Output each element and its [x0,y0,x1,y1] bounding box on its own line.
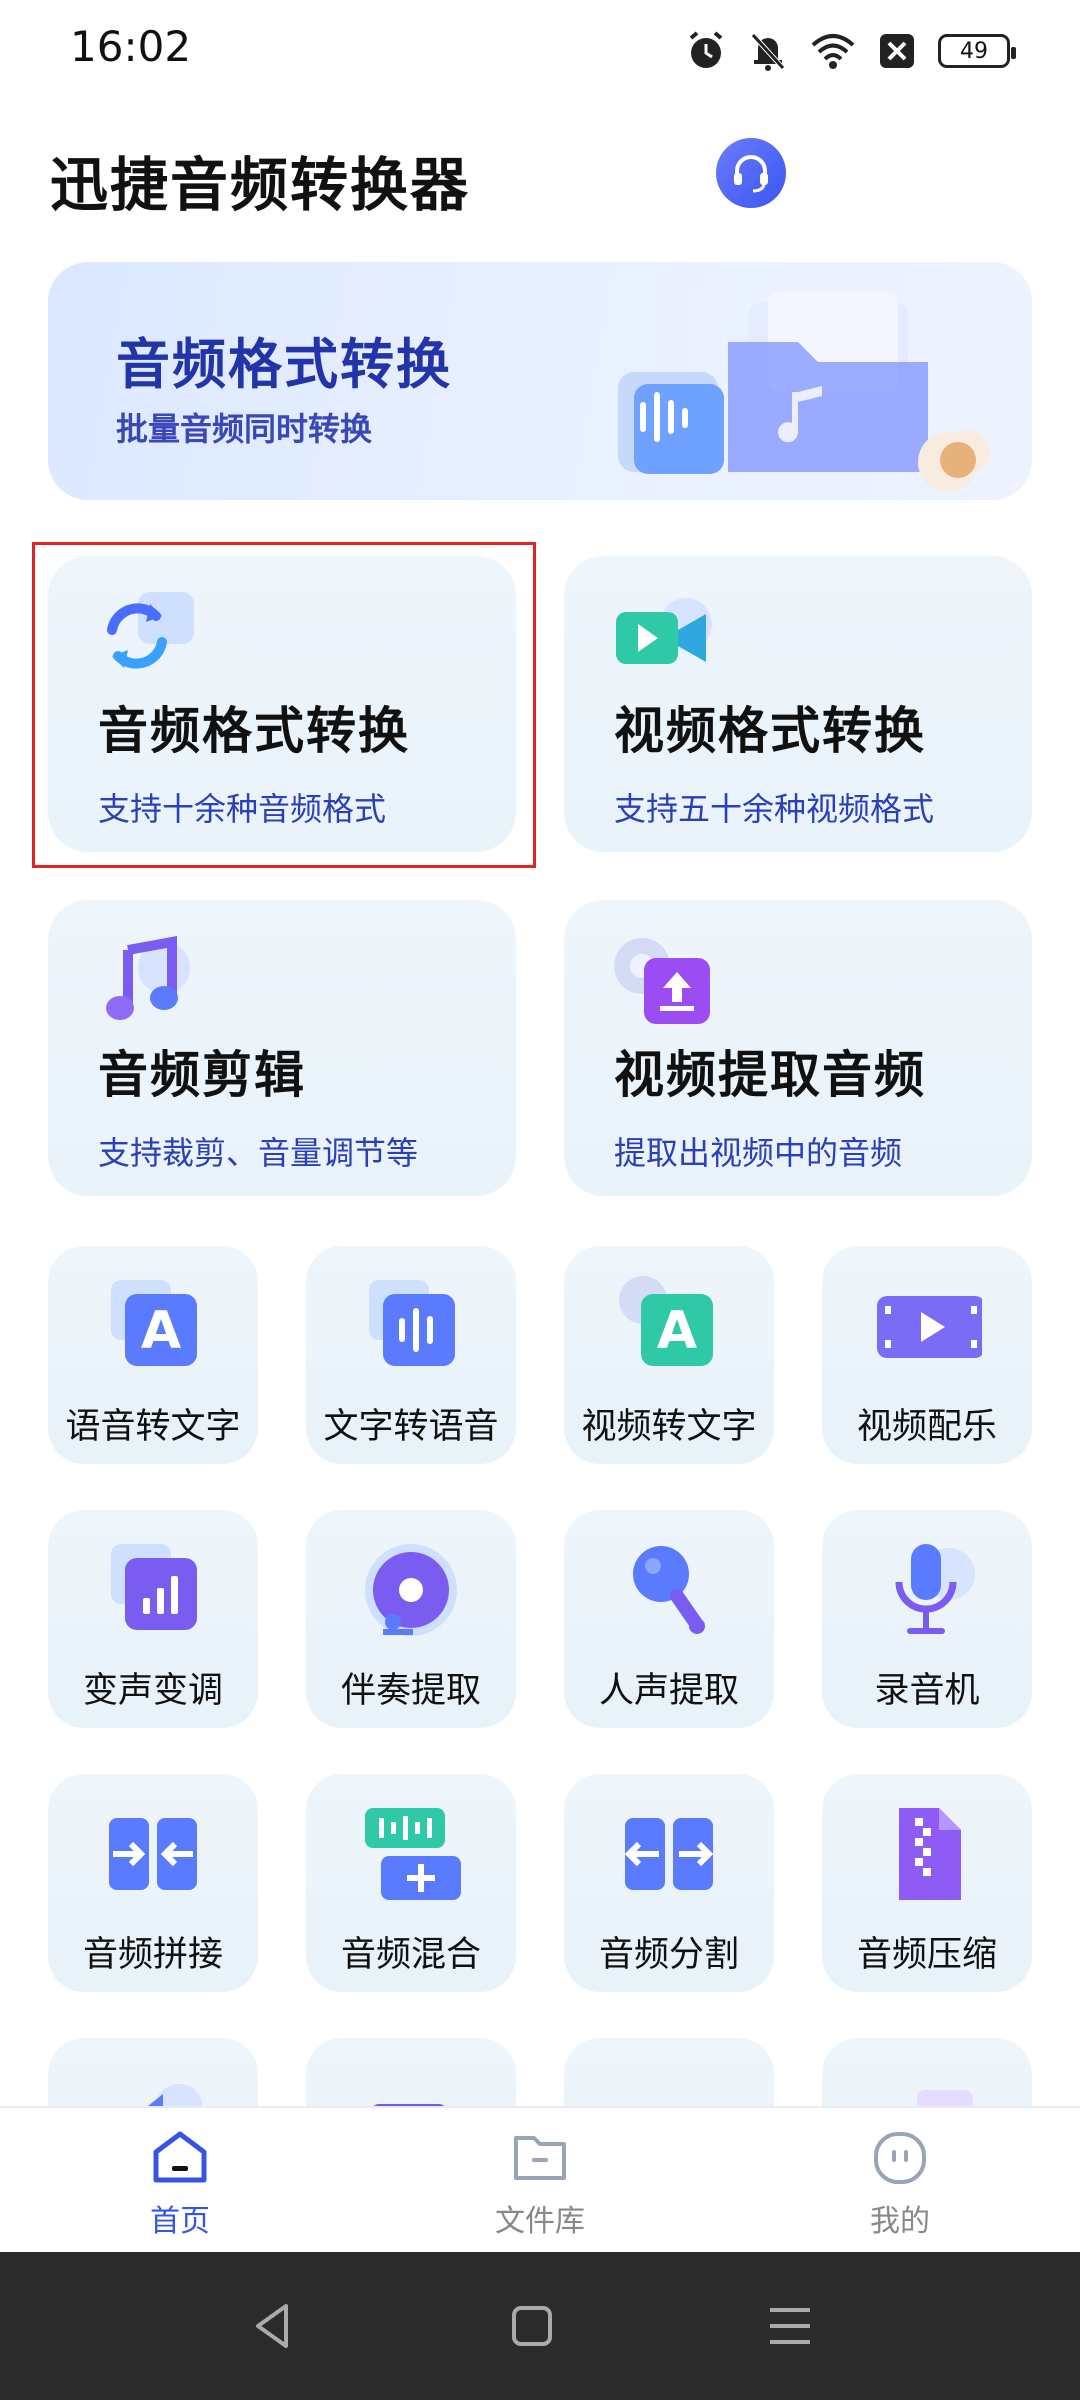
home-square-icon[interactable] [502,2296,562,2356]
headset-icon [734,155,768,193]
tile-accompaniment-extract[interactable]: 伴奏提取 [306,1510,516,1728]
split-arrows-icon [624,1818,714,1890]
microphone-ball-icon [633,1546,705,1634]
letter-a-icon: A [619,1276,713,1366]
nav-profile[interactable]: 我的 [800,2128,1000,2240]
tile-audio-join[interactable]: 音频拼接 [48,1774,258,1992]
tile-audio-compress[interactable]: 音频压缩 [822,1774,1032,1992]
tile-recorder[interactable]: 录音机 [822,1510,1032,1728]
merge-arrows-icon [109,1818,197,1890]
tile-label: 音频压缩 [856,1935,997,1975]
card-title: 音频剪辑 [98,1046,306,1104]
menu-icon[interactable] [760,2296,820,2356]
sim-off-icon [880,34,914,68]
tile-speech-to-text[interactable]: A 语音转文字 [48,1246,258,1464]
tile-label: 音频拼接 [82,1935,223,1975]
microphone-icon [895,1544,975,1634]
bottom-nav: 首页 文件库 我的 [0,2106,1080,2252]
banner-subtitle: 批量音频同时转换 [116,410,373,448]
tile-label: 音频分割 [598,1935,739,1975]
nav-home[interactable]: 首页 [80,2128,280,2240]
zip-file-icon [899,1808,961,1900]
tile-label: 人声提取 [598,1671,739,1711]
waveform-icon [369,1280,455,1366]
alarm-icon [689,31,723,68]
card-subtitle: 支持五十余种视频格式 [614,790,935,828]
svg-text:A: A [141,1301,181,1361]
app-title: 迅捷音频转换器 [50,151,471,219]
mute-bell-icon [751,33,785,71]
home-icon [153,2131,207,2183]
wifi-icon [811,34,855,69]
promo-banner[interactable]: 音频格式转换 批量音频同时转换 [48,262,1032,500]
nav-label: 首页 [150,2204,210,2239]
video-camera-icon [616,598,712,664]
status-time: 16:02 [70,22,192,71]
customer-service-button[interactable] [716,138,786,208]
banner-illustration-icon [618,292,990,492]
card-audio-edit[interactable]: 音频剪辑 支持裁剪、音量调节等 [48,900,516,1196]
nav-label: 我的 [870,2204,930,2239]
tile-text-to-speech[interactable]: 文字转语音 [306,1246,516,1464]
tile-label: 音频混合 [340,1935,481,1975]
card-subtitle: 支持裁剪、音量调节等 [98,1134,419,1172]
bar-chart-icon [111,1544,197,1630]
nav-file-library[interactable]: 文件库 [440,2128,640,2240]
status-bar: 16:02 49 [0,0,1080,100]
tile-voice-change[interactable]: 变声变调 [48,1510,258,1728]
card-subtitle: 提取出视频中的音频 [614,1134,903,1172]
card-video-extract-audio[interactable]: 视频提取音频 提取出视频中的音频 [564,900,1032,1196]
tile-audio-mix[interactable]: 音频混合 [306,1774,516,1992]
banner-title: 音频格式转换 [116,333,452,396]
tile-vocal-extract[interactable]: 人声提取 [564,1510,774,1728]
selection-highlight [32,542,536,868]
status-icons: 49 [686,26,1016,76]
battery-level: 49 [960,38,988,64]
video-play-icon [877,1296,982,1358]
battery-indicator: 49 [938,34,1016,68]
folder-icon [514,2136,566,2180]
card-title: 视频格式转换 [614,702,926,760]
tile-audio-split[interactable]: 音频分割 [564,1774,774,1992]
nav-label: 文件库 [495,2204,585,2239]
upload-icon [614,938,710,1024]
tile-video-music[interactable]: 视频配乐 [822,1246,1032,1464]
back-icon[interactable] [244,2296,304,2356]
system-nav-bar [0,2252,1080,2400]
tile-label: 视频配乐 [856,1407,997,1447]
tile-label: 伴奏提取 [340,1671,481,1711]
tile-label: 视频转文字 [581,1407,757,1447]
letter-a-icon: A [111,1280,197,1366]
disc-icon [365,1544,457,1636]
svg-text:A: A [657,1301,697,1361]
tile-label: 语音转文字 [65,1407,241,1447]
tile-label: 变声变调 [82,1671,223,1711]
music-note-icon [106,936,190,1020]
profile-icon [874,2132,926,2184]
card-video-format-convert[interactable]: 视频格式转换 支持五十余种视频格式 [564,556,1032,852]
tile-label: 文字转语音 [323,1407,499,1447]
tile-video-to-text[interactable]: A 视频转文字 [564,1246,774,1464]
tile-label: 录音机 [874,1671,980,1711]
mix-plus-icon [365,1808,461,1900]
card-title: 视频提取音频 [614,1046,926,1104]
